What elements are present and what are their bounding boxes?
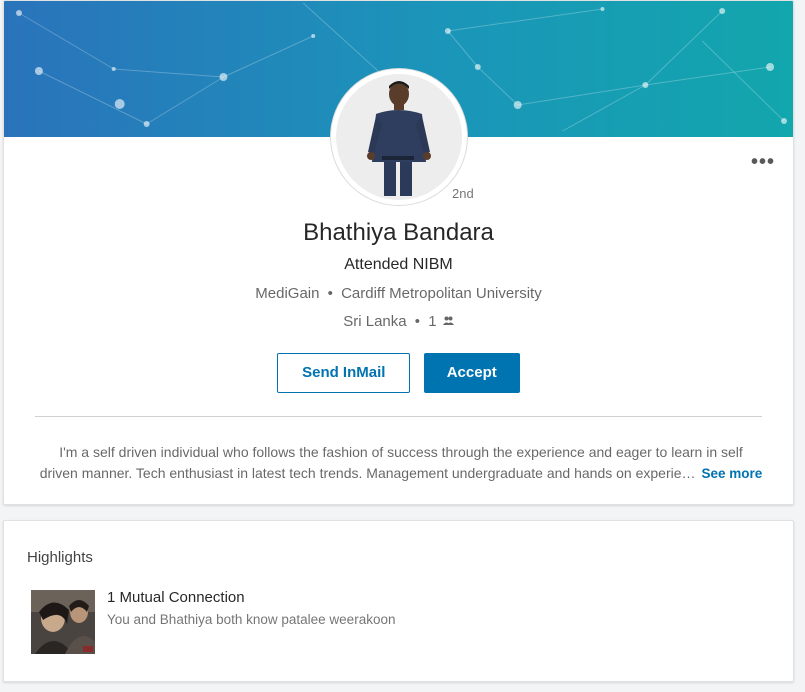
summary-line-1: I'm a self driven individual who follows… bbox=[59, 444, 743, 460]
company-link[interactable]: MediGain bbox=[255, 285, 319, 302]
profile-photo[interactable] bbox=[331, 69, 467, 205]
location-text: Sri Lanka bbox=[343, 313, 407, 330]
profile-name: Bhathiya Bandara bbox=[303, 219, 494, 246]
connections-count[interactable]: 1 bbox=[428, 313, 436, 330]
connection-degree: 2nd bbox=[452, 186, 474, 201]
profile-headline: Attended NIBM bbox=[344, 256, 453, 273]
profile-actions: Send InMail Accept bbox=[4, 353, 793, 393]
mutual-connection-thumbnail[interactable] bbox=[31, 590, 95, 654]
profile-top-card: 2nd ••• Bhathiya Bandara Attended NIBM M… bbox=[3, 0, 794, 505]
highlights-card: Highlights 1 Mutual Connection You and B… bbox=[3, 520, 794, 682]
mutual-connection-description: You and Bhathiya both know patalee weera… bbox=[107, 612, 396, 627]
profile-location: Sri Lanka • 1 bbox=[4, 313, 793, 330]
summary-line-2: driven manner. Tech enthusiast in latest… bbox=[39, 465, 696, 481]
see-more-link[interactable]: See more bbox=[702, 466, 763, 481]
school-link[interactable]: Cardiff Metropolitan University bbox=[341, 285, 542, 302]
profile-organizations: MediGain • Cardiff Metropolitan Universi… bbox=[4, 285, 793, 302]
profile-summary: I'm a self driven individual who follows… bbox=[36, 442, 766, 484]
highlights-title: Highlights bbox=[27, 549, 93, 566]
send-inmail-button[interactable]: Send InMail bbox=[277, 353, 411, 393]
divider bbox=[35, 416, 762, 417]
people-icon bbox=[442, 316, 454, 328]
separator-dot: • bbox=[327, 285, 333, 302]
accept-button[interactable]: Accept bbox=[423, 353, 520, 393]
separator-dot: • bbox=[414, 313, 421, 330]
more-actions-icon[interactable]: ••• bbox=[751, 152, 775, 173]
mutual-connection-heading[interactable]: 1 Mutual Connection bbox=[107, 589, 245, 606]
profile-photo-image bbox=[336, 74, 462, 200]
